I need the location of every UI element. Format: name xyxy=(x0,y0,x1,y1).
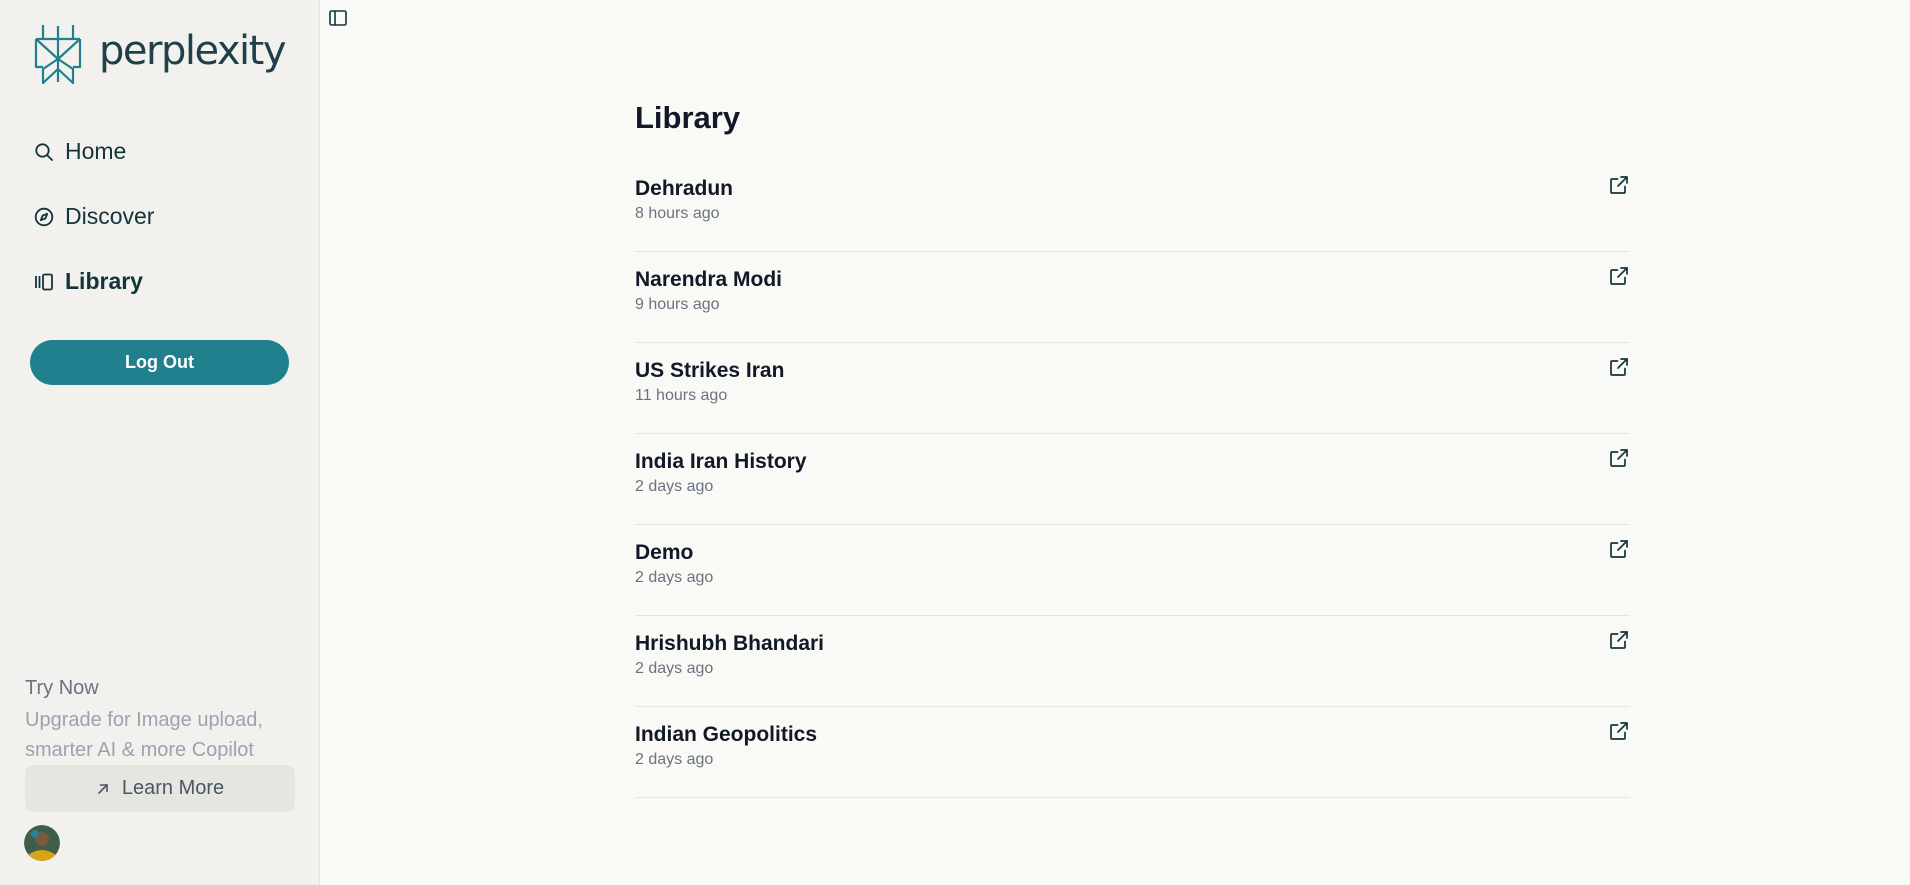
open-external-icon[interactable] xyxy=(1608,720,1630,742)
thread-title[interactable]: Indian Geopolitics xyxy=(635,723,817,747)
thread-title[interactable]: Dehradun xyxy=(635,177,733,201)
library-icon xyxy=(35,273,53,290)
thread-item[interactable]: Narendra Modi 9 hours ago xyxy=(635,252,1630,343)
open-external-icon[interactable] xyxy=(1608,174,1630,196)
open-external-icon[interactable] xyxy=(1608,265,1630,287)
thread-timestamp: 2 days ago xyxy=(635,478,714,495)
thread-item[interactable]: Demo 2 days ago xyxy=(635,525,1630,616)
logo-text: perplexity xyxy=(99,28,287,74)
thread-timestamp: 2 days ago xyxy=(635,751,714,768)
learn-more-button[interactable]: Learn More xyxy=(25,765,295,812)
sidebar-toggle-icon[interactable] xyxy=(328,8,348,28)
logo[interactable]: perplexity xyxy=(33,23,287,85)
nav-item-discover[interactable]: Discover xyxy=(34,203,154,230)
thread-list: Dehradun 8 hours ago Narendra Modi 9 hours … xyxy=(635,161,1630,798)
page-title: Library xyxy=(635,100,741,135)
user-avatar-icon xyxy=(24,825,60,861)
open-external-icon[interactable] xyxy=(1608,538,1630,560)
promo-title: Try Now xyxy=(25,677,99,699)
thread-title[interactable]: US Strikes Iran xyxy=(635,359,784,383)
learn-more-label: Learn More xyxy=(121,777,225,799)
thread-title[interactable]: Narendra Modi xyxy=(635,268,782,292)
search-icon xyxy=(35,142,53,161)
thread-item[interactable]: Hrishubh Bhandari 2 days ago xyxy=(635,616,1630,707)
open-external-icon[interactable] xyxy=(1608,447,1630,469)
compass-icon xyxy=(34,207,54,226)
thread-item[interactable]: India Iran History 2 days ago xyxy=(635,434,1630,525)
nav-item-discover-label: Discover xyxy=(65,203,155,229)
nav-item-library-label: Library xyxy=(65,268,143,294)
thread-timestamp: 8 hours ago xyxy=(635,205,720,222)
nav-item-home-label: Home xyxy=(65,138,127,164)
logout-button[interactable]: Log Out xyxy=(30,340,289,385)
thread-title[interactable]: Demo xyxy=(635,541,693,565)
thread-timestamp: 2 days ago xyxy=(635,660,714,677)
thread-item[interactable]: US Strikes Iran 11 hours ago xyxy=(635,343,1630,434)
nav-item-home[interactable]: Home xyxy=(34,138,126,165)
thread-timestamp: 2 days ago xyxy=(635,569,714,586)
sidebar: perplexity Home Discover Library Log Out… xyxy=(0,0,320,885)
thread-timestamp: 11 hours ago xyxy=(635,387,728,404)
thread-title[interactable]: India Iran History xyxy=(635,450,807,474)
thread-title[interactable]: Hrishubh Bhandari xyxy=(635,632,824,656)
open-external-icon[interactable] xyxy=(1608,356,1630,378)
promo-text: Upgrade for Image upload, smarter AI & m… xyxy=(25,709,263,761)
thread-timestamp: 9 hours ago xyxy=(635,296,720,313)
perplexity-logo-icon xyxy=(34,25,82,85)
arrow-up-right-icon xyxy=(98,783,108,794)
nav-item-library[interactable]: Library xyxy=(34,268,143,295)
thread-item[interactable]: Dehradun 8 hours ago xyxy=(635,161,1630,252)
thread-item[interactable]: Indian Geopolitics 2 days ago xyxy=(635,707,1630,798)
open-external-icon[interactable] xyxy=(1608,629,1630,651)
avatar[interactable] xyxy=(24,825,60,861)
